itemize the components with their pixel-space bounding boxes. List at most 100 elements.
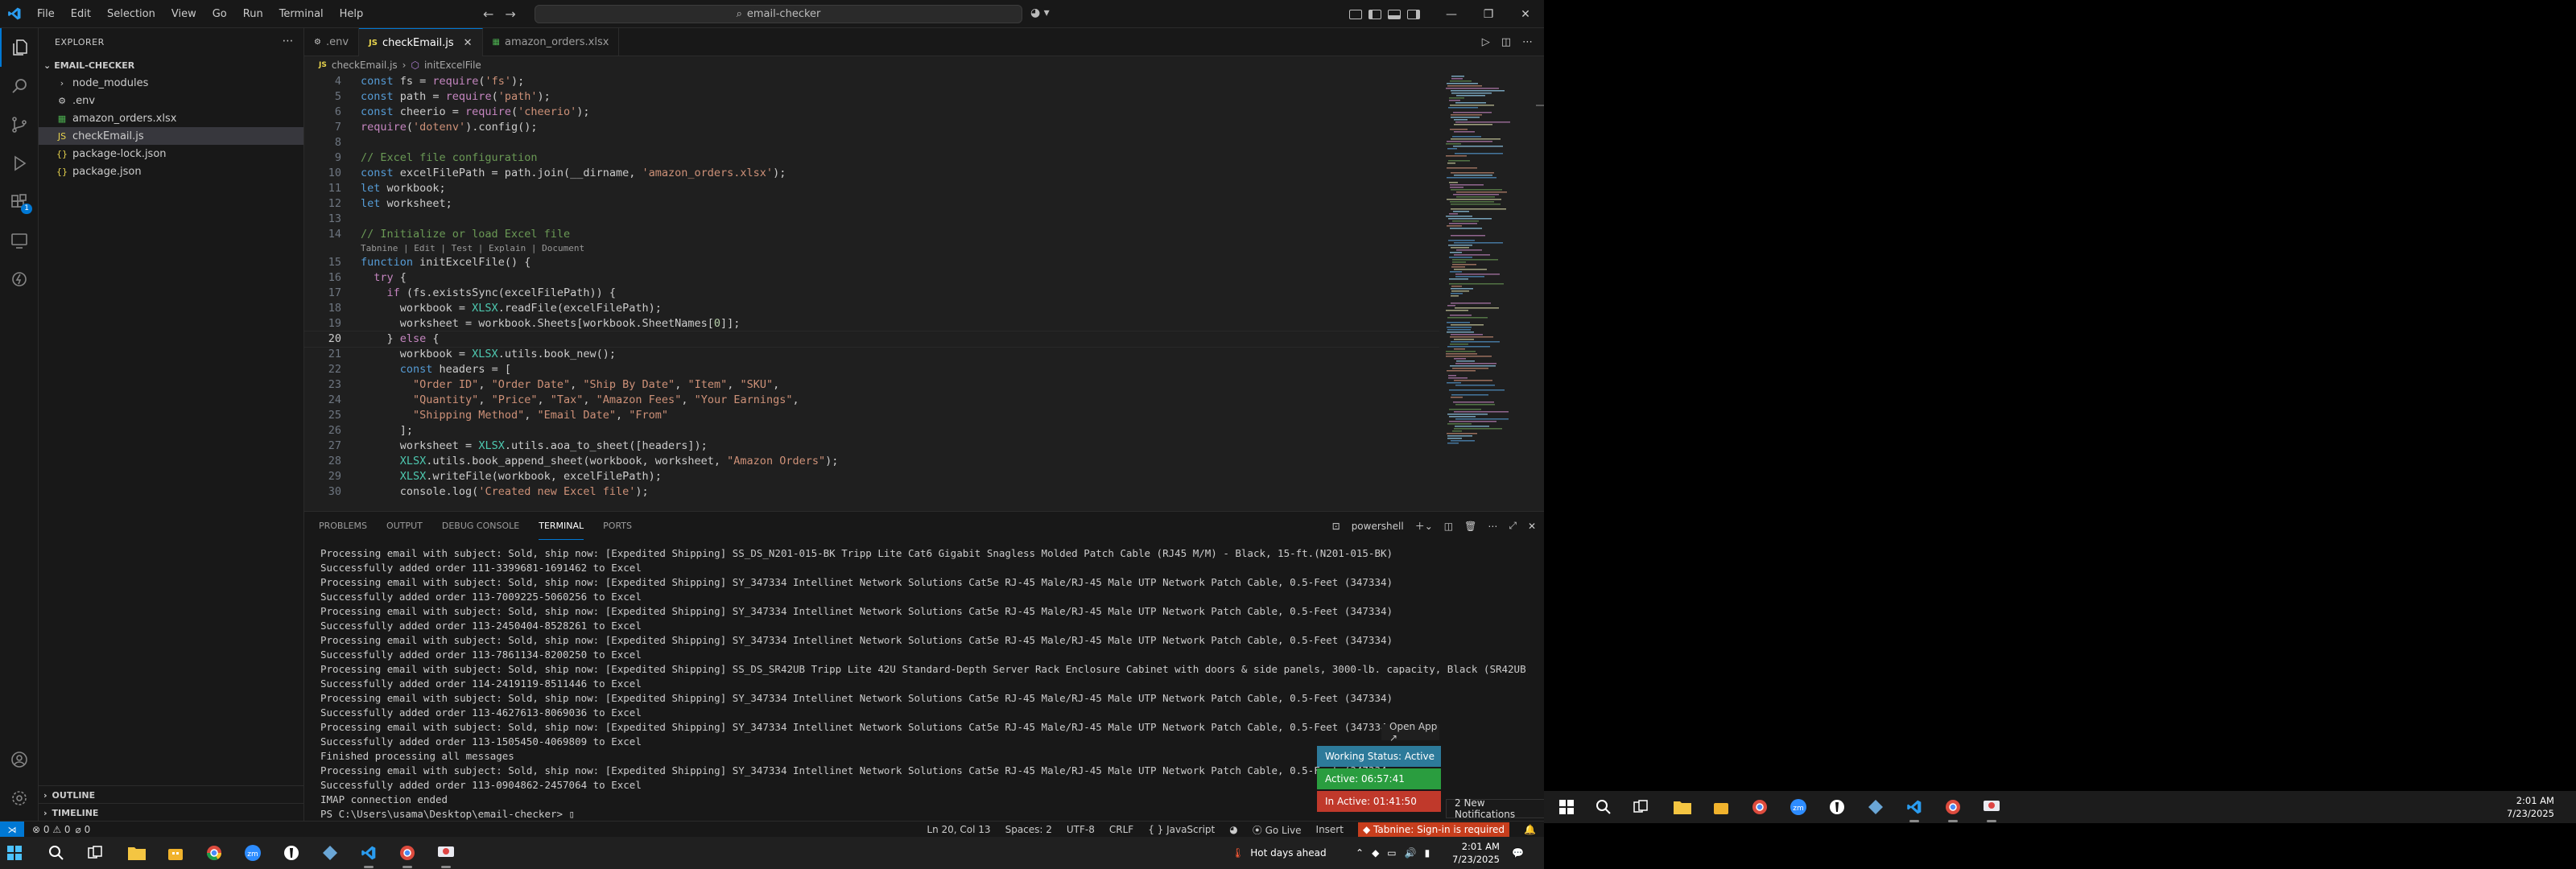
more-actions-icon[interactable]: ⋯ (1488, 521, 1497, 532)
new-terminal-icon[interactable]: ＋⌄ (1415, 519, 1433, 533)
code-line[interactable]: 13 (304, 212, 1439, 227)
code-line[interactable]: 15 function initExcelFile() { (304, 255, 1439, 270)
code-line[interactable]: 14 // Initialize or load Excel file (304, 227, 1439, 242)
tab-terminal[interactable]: TERMINAL (539, 512, 584, 540)
split-editor-icon[interactable]: ◫ (1501, 36, 1511, 48)
terminal-shell-name[interactable]: powershell (1352, 521, 1404, 532)
restore-icon[interactable]: ❐ (1470, 0, 1507, 28)
windows-start-icon[interactable] (1555, 796, 1578, 818)
code-line[interactable]: 17 if (fs.existsSync(excelFilePath)) { (304, 286, 1439, 301)
vscode-taskbar-icon[interactable] (357, 842, 380, 868)
close-icon[interactable]: ✕ (1507, 0, 1544, 28)
source-control-icon[interactable] (0, 105, 39, 144)
arc-app-icon[interactable] (1864, 796, 1887, 818)
chevron-up-icon[interactable]: ⌃ (1356, 847, 1364, 859)
toggle-secondary-sidebar-icon[interactable] (1407, 9, 1420, 19)
run-icon[interactable]: ▷ (1482, 36, 1490, 48)
code-line[interactable]: 24 "Quantity", "Price", "Tax", "Amazon F… (304, 393, 1439, 408)
tracker-app-icon[interactable] (1826, 796, 1848, 818)
vscode-taskbar-icon[interactable] (1903, 796, 1926, 822)
more-actions-icon[interactable]: ⋯ (283, 35, 295, 47)
search-icon[interactable] (0, 67, 39, 105)
code-line[interactable]: 23 "Order ID", "Order Date", "Ship By Da… (304, 377, 1439, 393)
code-line[interactable]: 18 workbook = XLSX.readFile(excelFilePat… (304, 301, 1439, 316)
language-mode[interactable]: { } JavaScript (1148, 824, 1215, 835)
code-line[interactable]: 28 XLSX.utils.book_append_sheet(workbook… (304, 454, 1439, 469)
tracker-app-icon[interactable] (280, 842, 303, 864)
code-line[interactable]: 27 worksheet = XLSX.utils.aoa_to_sheet([… (304, 439, 1439, 454)
layout-customize-icon[interactable] (1349, 9, 1362, 19)
outline-section[interactable]: › OUTLINE (39, 785, 304, 804)
menu-go[interactable]: Go (204, 0, 235, 28)
close-icon[interactable]: ✕ (1528, 521, 1536, 532)
copilot-icon[interactable]: ◕ ▾ (1030, 6, 1050, 19)
code-line[interactable]: 29 XLSX.writeFile(workbook, excelFilePat… (304, 469, 1439, 484)
file-tree-item[interactable]: {} package.json (39, 163, 303, 180)
run-debug-icon[interactable] (0, 144, 39, 183)
file-tree-item[interactable]: ▦ amazon_orders.xlsx (39, 109, 303, 127)
weather-widget[interactable]: 🌡 Hot days ahead (1232, 837, 1327, 869)
code-line[interactable]: 8 (304, 135, 1439, 150)
tabnine-status[interactable]: ◆ Tabnine: Sign-in is required (1357, 822, 1510, 837)
explorer-icon[interactable] (0, 28, 39, 67)
menu-edit[interactable]: Edit (63, 0, 99, 28)
codelens-actions[interactable]: Tabnine | Edit | Test | Explain | Docume… (304, 242, 1439, 255)
file-tree-item[interactable]: › node_modules (39, 74, 303, 92)
code-editor[interactable]: 4 const fs = require('fs'); 5 const path = … (304, 74, 1439, 511)
remote-desktop-icon[interactable] (435, 842, 457, 868)
code-line[interactable]: 9 // Excel file configuration (304, 150, 1439, 166)
copilot-status-icon[interactable]: ◕ (1229, 824, 1237, 835)
task-view-icon[interactable] (84, 842, 106, 864)
ports-status[interactable]: ⌀ 0 (76, 824, 91, 835)
code-line[interactable]: 22 const headers = [ (304, 362, 1439, 377)
file-explorer-icon[interactable] (126, 842, 148, 864)
insert-mode[interactable]: Insert (1316, 824, 1344, 835)
breadcrumb-symbol[interactable]: initExcelFile (424, 60, 481, 71)
task-view-icon[interactable] (1629, 796, 1652, 818)
toggle-panel-icon[interactable] (1388, 9, 1401, 19)
minimap[interactable] (1444, 74, 1533, 511)
toggle-sidebar-icon[interactable] (1368, 9, 1381, 19)
back-arrow-icon[interactable]: ← (483, 6, 493, 22)
chrome-icon[interactable] (203, 842, 225, 864)
code-line[interactable]: 16 try { (304, 270, 1439, 286)
notifications-toast[interactable]: 2 New Notifications (1446, 797, 1546, 820)
menu-file[interactable]: File (29, 0, 63, 28)
windows-start-icon[interactable] (3, 842, 26, 864)
tab-output[interactable]: OUTPUT (386, 512, 423, 540)
vscode-logo-icon[interactable] (0, 0, 29, 28)
forward-arrow-icon[interactable]: → (505, 6, 515, 22)
volume-icon[interactable]: 🔊 (1405, 847, 1417, 859)
arc-app-icon[interactable] (319, 842, 341, 864)
tab-env[interactable]: ⚙ .env (304, 28, 360, 56)
code-line[interactable]: 4 const fs = require('fs'); (304, 74, 1439, 89)
chrome-profile-icon[interactable] (396, 842, 419, 868)
tray-app-icon[interactable]: ◆ (1372, 847, 1379, 859)
tab-debug-console[interactable]: DEBUG CONSOLE (442, 512, 519, 540)
cursor-position[interactable]: Ln 20, Col 13 (927, 824, 990, 835)
zoom-icon[interactable]: zm (1787, 796, 1810, 818)
file-tree-item[interactable]: JS checkEmail.js (39, 127, 303, 145)
settings-gear-icon[interactable] (0, 779, 39, 818)
code-line[interactable]: 25 "Shipping Method", "Email Date", "Fro… (304, 408, 1439, 423)
code-line[interactable]: 10 const excelFilePath = path.join(__dirn… (304, 166, 1439, 181)
chrome-icon[interactable] (1748, 796, 1771, 818)
menu-selection[interactable]: Selection (99, 0, 163, 28)
file-tree-item[interactable]: {} package-lock.json (39, 145, 303, 163)
menu-view[interactable]: View (163, 0, 204, 28)
tab-problems[interactable]: PROBLEMS (319, 512, 367, 540)
code-line[interactable]: 11 let workbook; (304, 181, 1439, 196)
remote-desktop-icon[interactable] (1980, 796, 2003, 822)
go-live-button[interactable]: ⦿ Go Live (1253, 823, 1302, 837)
menu-help[interactable]: Help (332, 0, 372, 28)
code-line[interactable]: 7 require('dotenv').config(); (304, 120, 1439, 135)
tabnine-icon[interactable] (0, 260, 39, 299)
microsoft-store-icon[interactable] (164, 842, 187, 864)
breadcrumb-file[interactable]: checkEmail.js (332, 60, 398, 71)
more-actions-icon[interactable]: ⋯ (1522, 36, 1533, 48)
chrome-profile-icon[interactable] (1942, 796, 1964, 822)
menu-terminal[interactable]: Terminal (271, 0, 332, 28)
command-center-search[interactable]: ⌕ email-checker (535, 5, 1022, 23)
account-icon[interactable] (0, 740, 39, 779)
trash-icon[interactable]: 🗑 (1464, 521, 1476, 532)
